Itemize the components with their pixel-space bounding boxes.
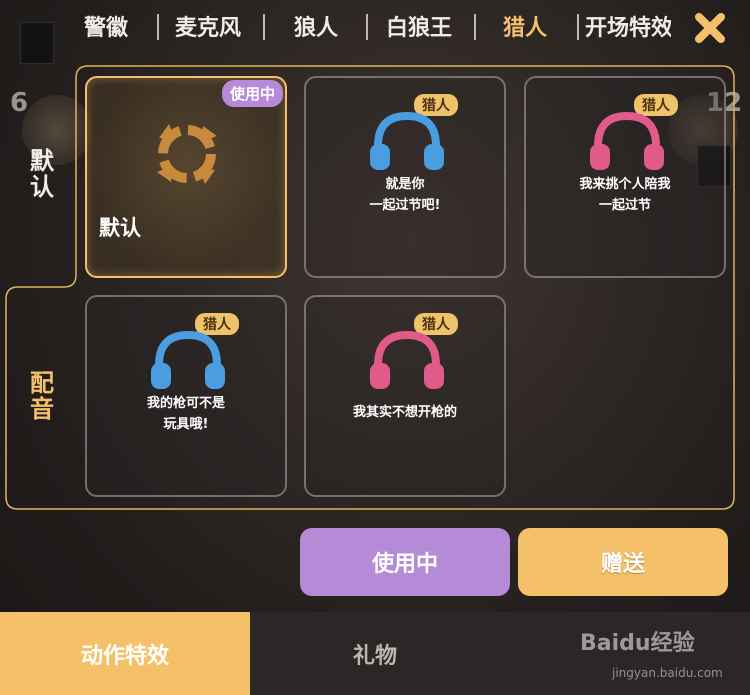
nav-tab-action-effects[interactable]: 动作特效 [0, 612, 250, 695]
gift-button[interactable]: 赠送 [518, 528, 728, 596]
card-text-line1: 我来挑个人陪我 [579, 177, 671, 192]
voice-card-3[interactable]: 猎人 我的枪可不是 玩具哦! [85, 295, 287, 497]
card-title: 默认 [99, 216, 141, 240]
voice-card-1[interactable]: 猎人 就是你 一起过节吧! [304, 76, 506, 278]
voice-card-default[interactable]: 使用中 默认 [85, 76, 287, 278]
card-text-line2: 一起过节 [598, 198, 651, 213]
side-label-default[interactable]: 默认 [28, 148, 56, 200]
side-label-dubbing[interactable]: 配音 [28, 370, 56, 422]
in-use-button[interactable]: 使用中 [300, 528, 510, 596]
watermark-text: Baidu经验 [580, 631, 695, 656]
headphone-icon [370, 111, 444, 170]
card-text-line1: 我其实不想开枪的 [352, 405, 457, 420]
default-cycle-icon [157, 124, 217, 184]
headphone-icon [590, 111, 664, 170]
nav-tab-gifts[interactable]: 礼物 [250, 612, 500, 695]
card-text-line2: 玩具哦! [163, 417, 209, 432]
card-text-line1: 我的枪可不是 [146, 396, 225, 411]
card-text-line1: 就是你 [385, 177, 425, 192]
headphone-icon [370, 330, 444, 389]
headphone-icon [151, 330, 225, 389]
voice-card-4[interactable]: 猎人 我其实不想开枪的 [304, 295, 506, 497]
voice-card-2[interactable]: 猎人 我来挑个人陪我 一起过节 [524, 76, 726, 278]
watermark-url: jingyan.baidu.com [612, 666, 723, 680]
in-use-badge: 使用中 [221, 80, 283, 107]
card-text-line2: 一起过节吧! [369, 198, 441, 213]
